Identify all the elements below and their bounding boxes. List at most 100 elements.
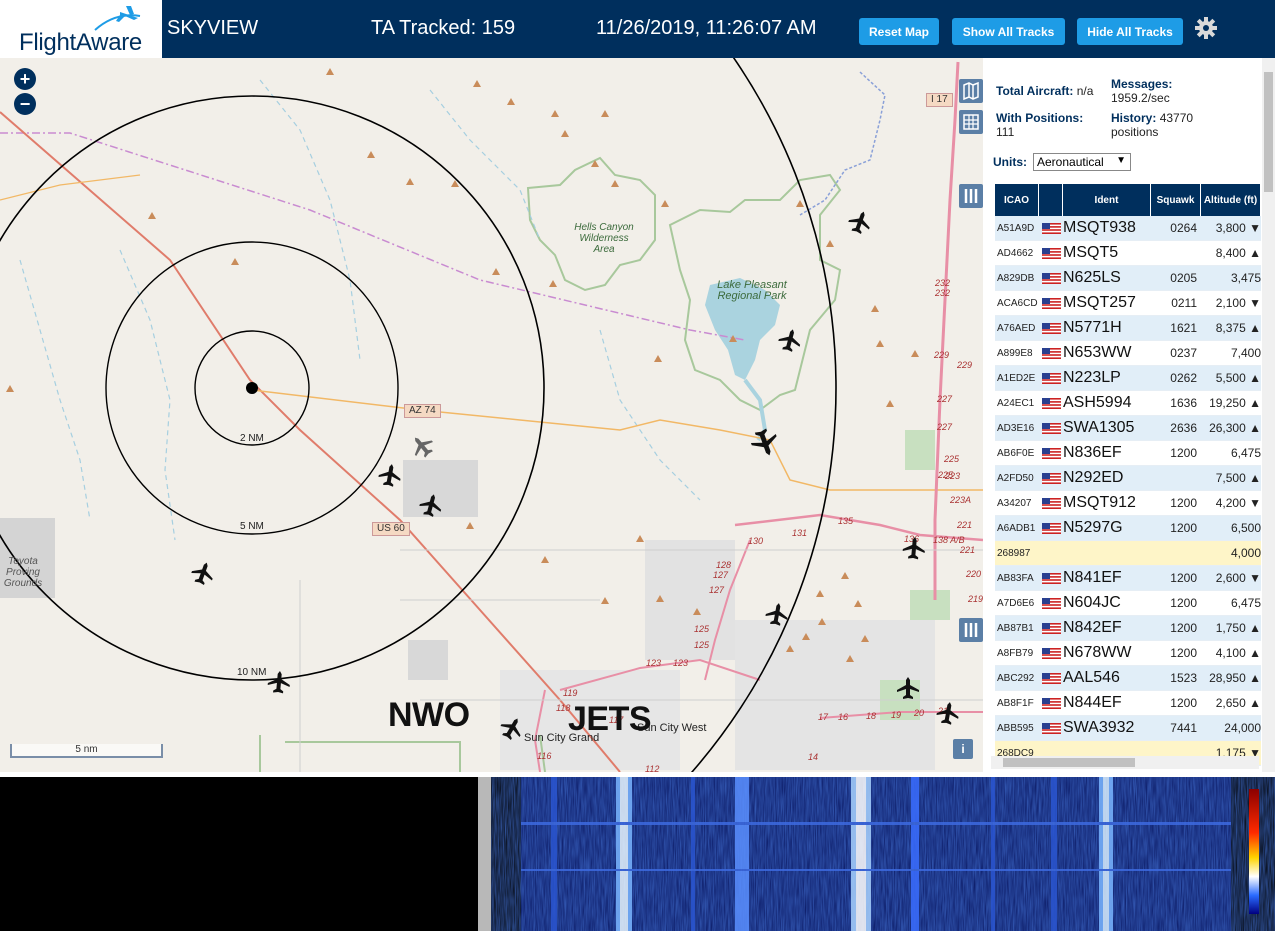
messages-stat: Messages: 1959.2/sec: [1111, 77, 1172, 105]
cell-altitude: 1,750 ▲: [1215, 621, 1261, 635]
map-view[interactable]: + − 2 NM 5 NM 10 NM AZ 74 US 60 I 17 Hel…: [0, 58, 983, 772]
table-row[interactable]: AB83FA N841EF 1200 2,600 ▼: [995, 566, 1261, 591]
col-icao[interactable]: ICAO: [995, 184, 1039, 216]
cell-ident: N604JC: [1063, 594, 1121, 611]
table-row[interactable]: A7D6E6 N604JC 1200 6,475: [995, 591, 1261, 616]
cell-altitude: 2,600 ▼: [1215, 571, 1261, 585]
table-row[interactable]: A899E8 N653WW 0237 7,400: [995, 341, 1261, 366]
aircraft-icon: [897, 677, 919, 699]
cell-icao: AB8F1F: [997, 697, 1034, 709]
cell-ident: N5297G: [1063, 519, 1123, 536]
table-row[interactable]: ABB595 SWA3932 7441 24,000: [995, 716, 1261, 741]
cell-squawk: 1200: [1170, 496, 1197, 510]
us-flag-icon: [1039, 472, 1063, 484]
cell-squawk: 0211: [1171, 296, 1197, 310]
table-row[interactable]: A8FB79 N678WW 1200 4,100 ▲: [995, 641, 1261, 666]
table-row[interactable]: A829DB N625LS 0205 3,475: [995, 266, 1261, 291]
table-row[interactable]: A51A9D MSQT938 0264 3,800 ▼: [995, 216, 1261, 241]
table-row[interactable]: A76AED N5771H 1621 8,375 ▲: [995, 316, 1261, 341]
cell-squawk: 1621: [1170, 321, 1197, 335]
show-all-tracks-button[interactable]: Show All Tracks: [952, 18, 1065, 45]
info-button[interactable]: i: [953, 739, 973, 759]
table-row[interactable]: AB8F1F N844EF 1200 2,650 ▲: [995, 691, 1261, 716]
cell-ident: MSQT912: [1063, 494, 1136, 511]
table-row[interactable]: A24EC1 ASH5994 1636 19,250 ▲: [995, 391, 1261, 416]
table-row[interactable]: AB6F0E N836EF 1200 6,475: [995, 441, 1261, 466]
cell-altitude: 19,250 ▲: [1209, 396, 1261, 410]
cell-altitude: 4,000: [1230, 546, 1261, 560]
cell-altitude: 6,475: [1230, 446, 1261, 460]
cell-squawk: 1200: [1170, 571, 1197, 585]
cell-ident: SWA3932: [1063, 719, 1135, 736]
cell-ident: AAL546: [1063, 669, 1120, 686]
us-flag-icon: [1039, 372, 1063, 384]
us-flag-icon: [1039, 397, 1063, 409]
total-aircraft: Total Aircraft: n/a: [996, 84, 1093, 98]
scrollbar-thumb[interactable]: [1003, 758, 1135, 767]
table-row[interactable]: A6ADB1 N5297G 1200 6,500: [995, 516, 1261, 541]
cell-ident: MSQT5: [1063, 244, 1119, 261]
cell-icao: A7D6E6: [997, 597, 1035, 609]
hide-all-tracks-button[interactable]: Hide All Tracks: [1077, 18, 1183, 45]
cell-squawk: 1636: [1170, 396, 1197, 410]
waterfall-display: [491, 777, 1275, 931]
flightaware-logo[interactable]: FlightAware: [0, 0, 162, 58]
cell-icao: AB87B1: [997, 622, 1034, 634]
cell-icao: A76AED: [997, 322, 1036, 334]
table-row[interactable]: A1ED2E N223LP 0262 5,500 ▲: [995, 366, 1261, 391]
aircraft-table: ICAO Ident Squawk Altitude (ft) A51A9D MS…: [995, 184, 1261, 766]
cell-altitude: 8,400 ▲: [1215, 246, 1261, 260]
cell-icao: ACA6CD: [997, 297, 1038, 309]
logo-text: FlightAware: [19, 29, 142, 56]
with-positions-stat: With Positions: 111: [996, 111, 1083, 139]
col-flag[interactable]: [1039, 184, 1063, 216]
units-select[interactable]: Aeronautical ▼: [1033, 153, 1131, 171]
aircraft-icon: [406, 430, 438, 462]
aircraft-icon: [188, 558, 218, 588]
cell-squawk: 7441: [1170, 721, 1197, 735]
scrollbar-thumb[interactable]: [1264, 72, 1273, 192]
cell-ident: N292ED: [1063, 469, 1124, 486]
us-flag-icon: [1039, 272, 1063, 284]
cell-icao: A829DB: [997, 272, 1035, 284]
us-flag-icon: [1039, 697, 1063, 709]
history-value: 43770: [1159, 111, 1194, 125]
reset-map-button[interactable]: Reset Map: [859, 18, 939, 45]
table-row[interactable]: ABC292 AAL546 1523 28,950 ▲: [995, 666, 1261, 691]
table-row[interactable]: 268987 4,000: [995, 541, 1261, 566]
cell-altitude: 24,000: [1224, 721, 1261, 735]
cell-ident: N653WW: [1063, 344, 1132, 361]
cell-altitude: 7,400: [1230, 346, 1261, 360]
cell-altitude: 4,200 ▼: [1215, 496, 1261, 510]
aircraft-icon: [748, 426, 782, 460]
panel-divider[interactable]: [478, 777, 491, 931]
cell-ident: N841EF: [1063, 569, 1122, 586]
table-row[interactable]: AB87B1 N842EF 1200 1,750 ▲: [995, 616, 1261, 641]
table-row[interactable]: AD4662 MSQT5 8,400 ▲: [995, 241, 1261, 266]
table-row[interactable]: A34207 MSQT912 1200 4,200 ▼: [995, 491, 1261, 516]
us-flag-icon: [1039, 722, 1063, 734]
cell-altitude: 2,650 ▲: [1215, 696, 1261, 710]
col-altitude[interactable]: Altitude (ft): [1201, 184, 1261, 216]
cell-squawk: 1200: [1170, 521, 1197, 535]
us-flag-icon: [1039, 297, 1063, 309]
history-label: History:: [1111, 111, 1157, 125]
messages-value: 1959.2/sec: [1111, 91, 1170, 105]
cell-ident: N844EF: [1063, 694, 1122, 711]
table-row[interactable]: ACA6CD MSQT257 0211 2,100 ▼: [995, 291, 1261, 316]
messages-label: Messages:: [1111, 77, 1173, 91]
units-value: Aeronautical: [1037, 155, 1104, 169]
vertical-scrollbar[interactable]: [1262, 58, 1275, 772]
horizontal-scrollbar[interactable]: [991, 756, 1259, 769]
col-squawk[interactable]: Squawk: [1151, 184, 1201, 216]
table-row[interactable]: A2FD50 N292ED 7,500 ▲: [995, 466, 1261, 491]
cell-squawk: 1200: [1170, 446, 1197, 460]
col-ident[interactable]: Ident: [1063, 184, 1151, 216]
gear-icon[interactable]: [1194, 16, 1218, 40]
aircraft-icon: [496, 712, 528, 744]
chevron-down-icon: ▼: [1116, 155, 1126, 166]
cell-altitude: 28,950 ▲: [1209, 671, 1261, 685]
cell-icao: ABB595: [997, 722, 1034, 734]
table-row[interactable]: AD3E16 SWA1305 2636 26,300 ▲: [995, 416, 1261, 441]
cell-icao: A24EC1: [997, 397, 1035, 409]
